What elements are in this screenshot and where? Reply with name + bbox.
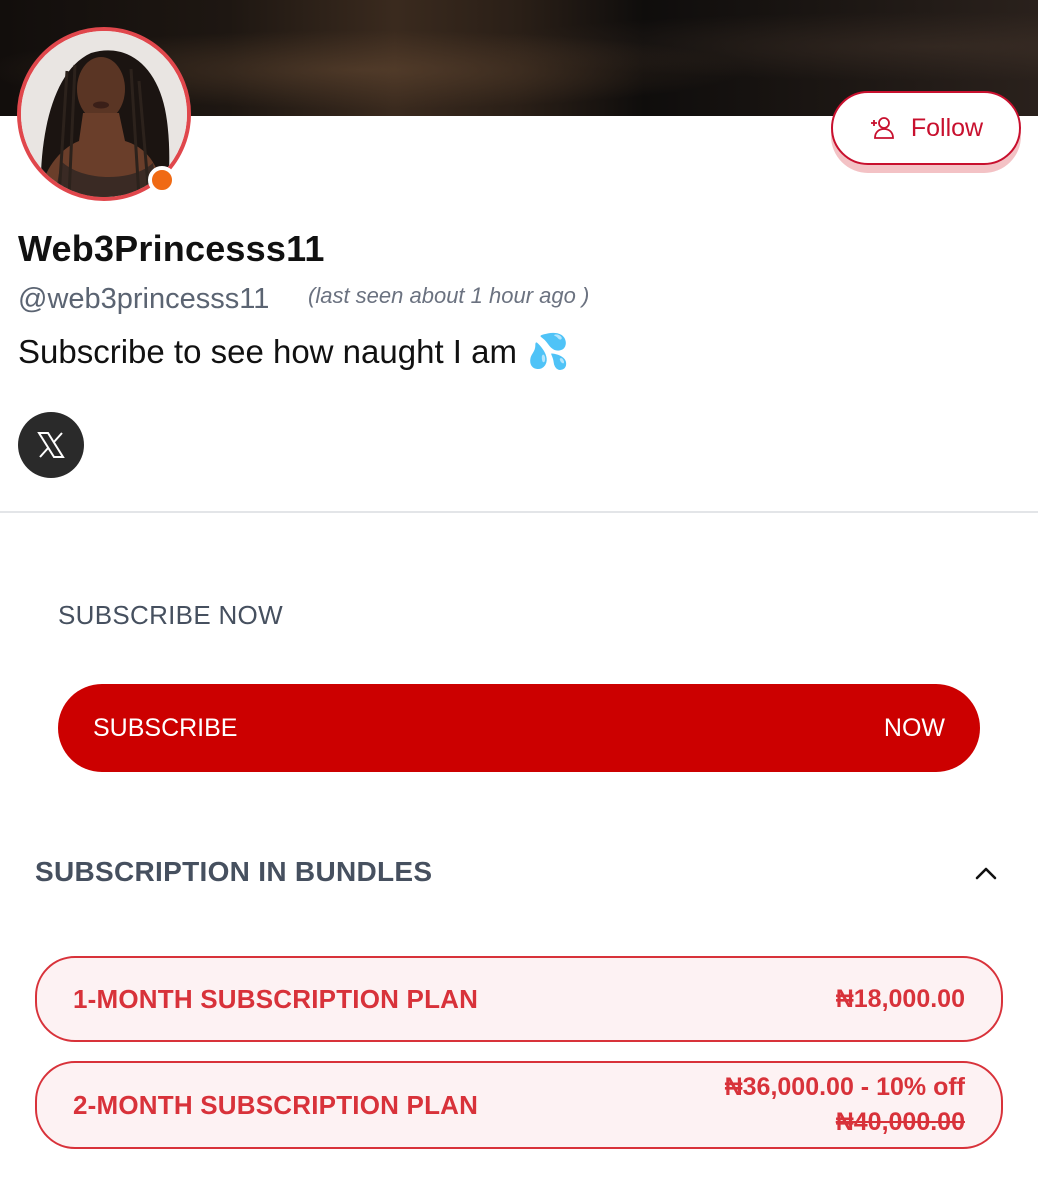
username-handle: @web3princesss11 [18,283,270,315]
follow-button[interactable]: Follow [831,91,1021,165]
plan-price-stack: ₦36,000.00 - 10% off ₦40,000.00 [725,1073,965,1137]
follow-label: Follow [910,113,984,142]
bio-text: Subscribe to see how naught I am [18,333,517,370]
display-name: Web3Princesss11 [18,228,325,269]
subscribe-button[interactable]: SUBSCRIBE NOW [58,684,980,772]
subscribe-button-label: SUBSCRIBE [93,713,238,742]
plan-name: 1-MONTH SUBSCRIPTION PLAN [73,983,479,1014]
plan-price: ₦18,000.00 [835,984,965,1013]
last-seen-text: (last seen about 1 hour ago ) [308,283,590,308]
section-divider [0,511,1038,513]
chevron-up-icon[interactable] [970,858,1002,890]
subscribe-button-label-right: NOW [883,713,945,742]
bundle-plan-1-month[interactable]: 1-MONTH SUBSCRIPTION PLAN ₦18,000.00 [35,956,1003,1042]
plan-name: 2-MONTH SUBSCRIPTION PLAN [73,1089,479,1120]
bundles-title: SUBSCRIPTION IN BUNDLES [35,856,433,887]
online-status-dot [148,166,176,194]
x-logo-icon [37,432,65,458]
add-user-icon [870,117,894,139]
x-social-link[interactable] [18,412,84,478]
sweat-droplets-icon: 💦 [526,333,570,371]
plan-price: ₦36,000.00 - 10% off [724,1073,965,1101]
bio: Subscribe to see how naught I am 💦 [18,332,569,372]
subscribe-section-title: SUBSCRIBE NOW [58,600,283,630]
plan-old-price: ₦40,000.00 [835,1108,965,1136]
bundle-plan-2-month[interactable]: 2-MONTH SUBSCRIPTION PLAN ₦36,000.00 - 1… [35,1061,1003,1149]
